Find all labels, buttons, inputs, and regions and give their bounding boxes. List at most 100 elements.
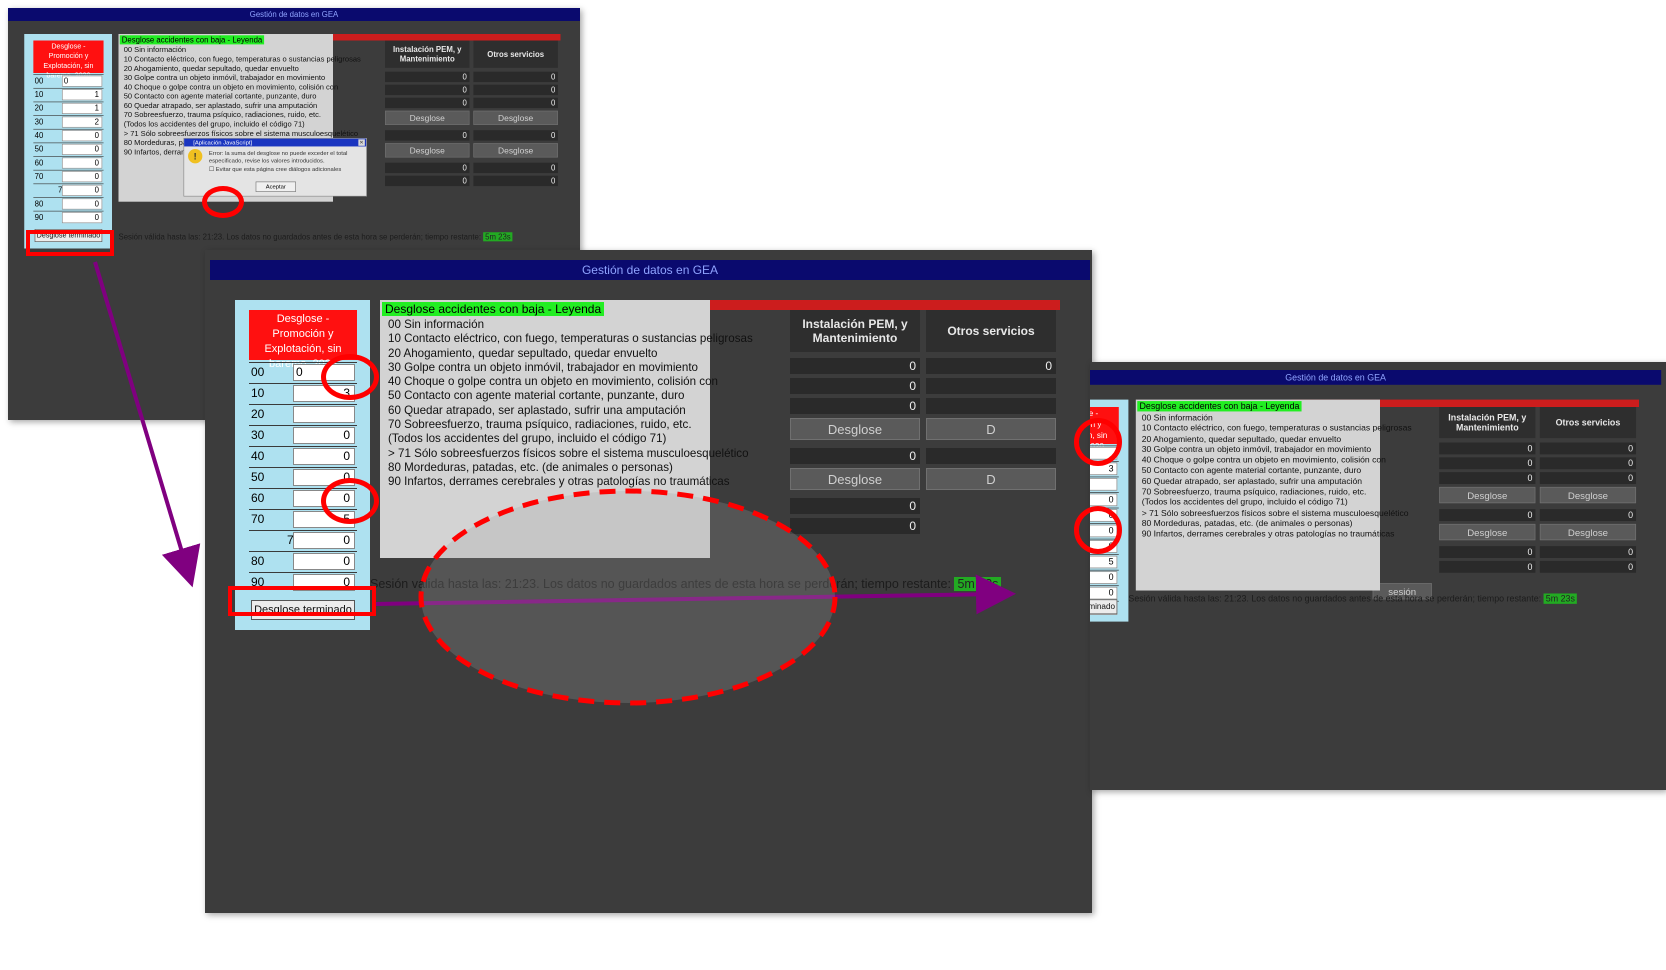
breakdown-value-input[interactable]: 0 [1090, 586, 1118, 600]
legend-title: Desglose accidentes con baja - Leyenda [1137, 401, 1302, 412]
table-cell[interactable] [926, 378, 1056, 394]
breakdown-code: 50 [34, 144, 44, 154]
table-cell[interactable] [926, 448, 1056, 464]
breakdown-value-input[interactable]: 0 [61, 75, 103, 87]
breakdown-row: 10 1 [33, 87, 104, 101]
desglose-terminado-button[interactable]: Desglose terminado [1090, 599, 1118, 615]
desglose-button[interactable]: Desglose [385, 110, 470, 125]
desglose-button[interactable]: Desglose [1539, 486, 1637, 504]
legend-item: 80 Mordeduras, patadas, etc. (de animale… [1141, 518, 1353, 529]
breakdown-row: 50 0 [33, 142, 104, 156]
breakdown-value-input[interactable]: 0 [61, 184, 103, 196]
breakdown-panel: Desglose - Promoción y Explotación, sin … [24, 34, 112, 249]
table-cell[interactable] [926, 398, 1056, 414]
desglose-button[interactable]: Desglose [1439, 523, 1536, 541]
breakdown-row: 710 [33, 183, 104, 197]
breakdown-value-input[interactable]: 0 [61, 143, 103, 155]
table-cell[interactable]: 0 [385, 71, 470, 83]
table-cell[interactable]: 0 [1539, 472, 1637, 484]
breakdown-value-input[interactable]: 2 [61, 116, 103, 128]
legend-item: 20 Ahogamiento, quedar sepultado, quedar… [388, 346, 658, 360]
breakdown-value-input[interactable]: 0 [61, 171, 103, 183]
breakdown-value-input[interactable]: 0 [293, 427, 355, 444]
table-cell[interactable]: 0 [385, 97, 470, 109]
desglose-button-partial[interactable]: D [926, 468, 1056, 490]
table-cell[interactable]: 0 [1439, 442, 1536, 455]
desglose-button[interactable]: Desglose [1539, 523, 1637, 541]
table-cell[interactable]: 0 [1439, 560, 1536, 573]
breakdown-value-input[interactable]: 0 [61, 130, 103, 142]
session-timer: Sesión válida hasta las: 21:23. Los dato… [1128, 593, 1578, 604]
table-cell[interactable]: 0 [790, 378, 920, 394]
table-cell[interactable]: 0 [790, 498, 920, 514]
close-icon[interactable]: ✕ [358, 139, 365, 146]
table-cell[interactable]: 0 [926, 358, 1056, 374]
breakdown-value-input[interactable]: 1 [61, 89, 103, 101]
breakdown-value-input[interactable]: 0 [1090, 571, 1118, 584]
table-cell[interactable]: 0 [1539, 560, 1637, 573]
table-cell[interactable]: 0 [1439, 509, 1536, 521]
desglose-button[interactable]: Desglose [473, 143, 558, 158]
desglose-button-partial[interactable]: D [926, 418, 1056, 440]
session-text: Sesión válida hasta las: 21:23. Los dato… [370, 577, 951, 591]
breakdown-value-input[interactable]: 0 [61, 212, 103, 224]
breakdown-value-input[interactable]: 1 [61, 102, 103, 114]
desglose-button[interactable]: Desglose [1439, 486, 1536, 504]
table-cell[interactable]: 0 [1539, 509, 1637, 521]
breakdown-value-input[interactable]: 0 [1090, 493, 1118, 507]
breakdown-value-input[interactable]: 5 [1090, 555, 1118, 569]
dialog-title: [Aplicación JavaScript] ✕ [184, 138, 367, 147]
breakdown-value-input[interactable]: 0 [293, 553, 355, 570]
table-cell[interactable]: 0 [385, 130, 470, 141]
table-cell[interactable]: 0 [1439, 472, 1536, 484]
breakdown-row: 20 1 [33, 101, 104, 115]
breakdown-value-input[interactable] [1090, 478, 1118, 491]
legend-item: 10 Contacto eléctrico, con fuego, temper… [388, 332, 753, 346]
table-cell[interactable]: 0 [1439, 457, 1536, 470]
column-header-installation: Instalación PEM, y Mantenimiento [790, 310, 920, 352]
breakdown-row: 40 0 [33, 128, 104, 142]
dialog-ok-button[interactable]: Aceptar [255, 181, 296, 192]
table-cell[interactable]: 0 [1539, 457, 1637, 470]
table-cell[interactable]: 0 [790, 358, 920, 374]
breakdown-code: 10 [34, 89, 44, 99]
column-header-other-services: Otros servicios [473, 40, 558, 68]
table-cell[interactable]: 0 [1439, 546, 1536, 558]
table-cell[interactable]: 0 [473, 175, 558, 187]
callout-value-70-c [1074, 506, 1122, 554]
desglose-button[interactable]: Desglose [790, 418, 920, 440]
legend-item: 70 Sobreesfuerzo, trauma psíquico, radia… [123, 110, 322, 120]
breakdown-value-input[interactable]: 0 [293, 532, 355, 549]
breakdown-value-input[interactable]: 0 [293, 448, 355, 465]
legend-item: 30 Golpe contra un objeto inmóvil, traba… [1141, 444, 1372, 455]
session-timer: Sesión válida hasta las: 21:23. Los dato… [118, 232, 513, 242]
legend-list: 00 Sin información 10 Contacto eléctrico,… [1142, 413, 1412, 540]
table-cell[interactable]: 0 [385, 162, 470, 174]
table-cell[interactable]: 0 [1539, 546, 1637, 558]
callout-dialog-icon [202, 186, 244, 218]
legend-item: 30 Golpe contra un objeto inmóvil, traba… [388, 360, 698, 374]
table-cell[interactable]: 0 [473, 71, 558, 83]
legend-item: 20 Ahogamiento, quedar sepultado, quedar… [1141, 434, 1342, 444]
desglose-button[interactable]: Desglose [473, 110, 558, 125]
breakdown-code: 60 [251, 491, 265, 505]
breakdown-row: 70 0 [33, 169, 104, 183]
table-cell[interactable]: 0 [1539, 442, 1637, 455]
breakdown-value-input[interactable]: 0 [61, 157, 103, 169]
table-cell[interactable]: 0 [790, 518, 920, 534]
table-cell[interactable]: 0 [385, 84, 470, 96]
callout-value-10-b [321, 354, 379, 400]
screenshot-after-state: Gestión de datos en GEA Instalación PEM,… [1090, 362, 1666, 790]
table-cell[interactable]: 0 [473, 162, 558, 174]
table-cell[interactable]: 0 [473, 84, 558, 96]
table-cell[interactable]: 0 [385, 175, 470, 187]
dialog-checkbox-label[interactable]: ☐ Evitar que esta página cree diálogos a… [209, 166, 341, 173]
table-cell[interactable]: 0 [473, 97, 558, 109]
breakdown-value-input[interactable] [293, 406, 355, 423]
table-cell[interactable]: 0 [790, 398, 920, 414]
table-cell[interactable]: 0 [473, 130, 558, 141]
table-cell[interactable]: 0 [790, 448, 920, 464]
desglose-button[interactable]: Desglose [385, 143, 470, 158]
desglose-button[interactable]: Desglose [790, 468, 920, 490]
breakdown-value-input[interactable]: 0 [61, 198, 103, 210]
